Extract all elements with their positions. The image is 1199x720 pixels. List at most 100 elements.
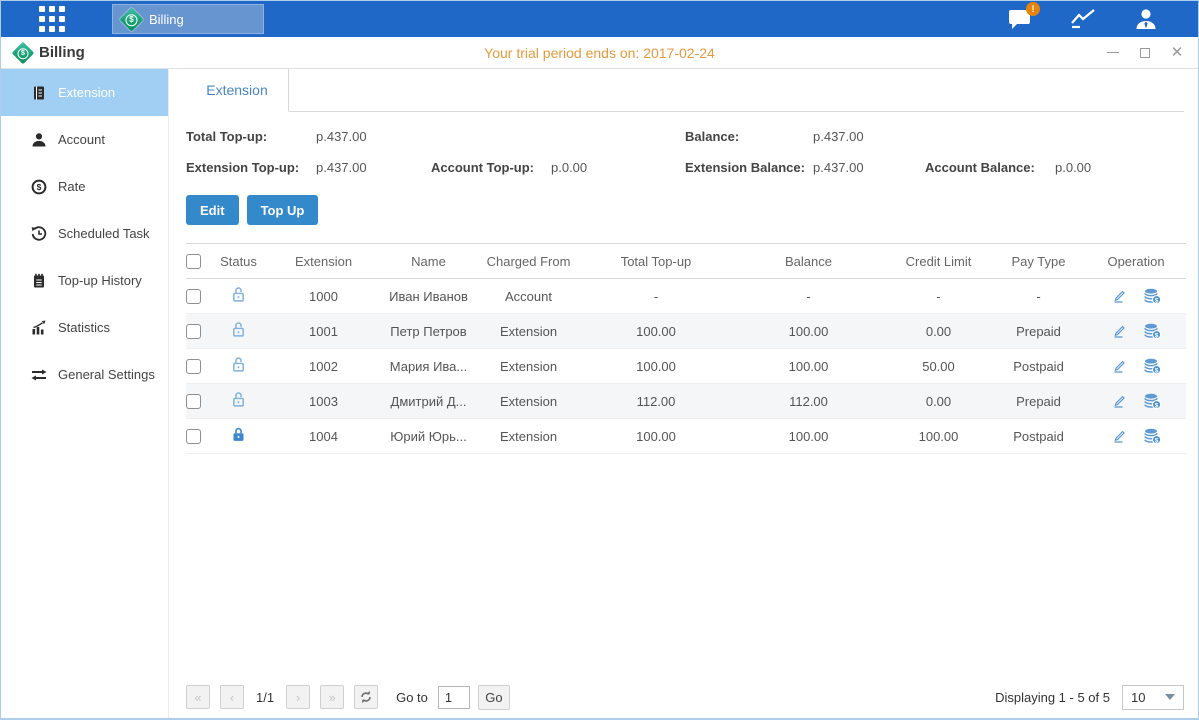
edit-row-icon[interactable] xyxy=(1111,393,1127,409)
close-icon[interactable]: ✕ xyxy=(1170,46,1184,60)
edit-row-icon[interactable] xyxy=(1111,288,1127,304)
sidebar-item-label: Account xyxy=(58,132,105,147)
column-header-extension: Extension xyxy=(266,244,381,279)
extension-topup-value: p.437.00 xyxy=(316,160,431,175)
messages-icon[interactable]: ! xyxy=(1008,8,1032,30)
svg-text:$: $ xyxy=(1155,333,1159,340)
app-launcher-icon[interactable] xyxy=(39,6,65,32)
charged-from-cell: Extension xyxy=(476,314,581,349)
top-up-row-icon[interactable]: $ xyxy=(1143,323,1161,339)
edit-row-icon[interactable] xyxy=(1111,358,1127,374)
tab-extension[interactable]: Extension xyxy=(186,69,289,112)
svg-text:$: $ xyxy=(1155,438,1159,445)
lock-open-icon xyxy=(230,286,247,303)
top-up-row-icon[interactable]: $ xyxy=(1143,428,1161,444)
pay-type-cell: Prepaid xyxy=(991,384,1086,419)
sidebar: Extension Account $ Rate xyxy=(1,69,169,718)
sidebar-item-scheduled-task[interactable]: Scheduled Task xyxy=(1,210,168,257)
sidebar-item-label: Extension xyxy=(58,85,115,100)
extension-topup-label: Extension Top-up: xyxy=(186,160,316,175)
edit-row-icon[interactable] xyxy=(1111,323,1127,339)
tab-strip: Extension xyxy=(186,69,1184,112)
first-page-button[interactable]: « xyxy=(186,685,210,709)
balance-value: p.437.00 xyxy=(813,129,925,144)
minimize-icon[interactable] xyxy=(1106,46,1120,60)
edit-button[interactable]: Edit xyxy=(186,195,239,225)
last-page-button[interactable]: » xyxy=(320,685,344,709)
extension-cell: 1004 xyxy=(266,419,381,454)
name-cell: Петр Петров xyxy=(381,314,476,349)
go-button[interactable]: Go xyxy=(478,685,510,710)
column-header-status: Status xyxy=(211,244,266,279)
billing-app-icon: $ xyxy=(12,41,35,64)
top-up-row-icon[interactable]: $ xyxy=(1143,358,1161,374)
column-header-balance: Balance xyxy=(731,244,886,279)
table-row[interactable]: 1004Юрий Юрь...Extension100.00100.00100.… xyxy=(186,419,1186,454)
balance-cell: 100.00 xyxy=(731,419,886,454)
extension-cell: 1000 xyxy=(266,279,381,314)
charged-from-cell: Extension xyxy=(476,419,581,454)
sidebar-item-account[interactable]: Account xyxy=(1,116,168,163)
trial-notice: Your trial period ends on: 2017-02-24 xyxy=(1,45,1198,61)
row-checkbox[interactable] xyxy=(186,324,201,339)
goto-label: Go to xyxy=(396,690,428,705)
edit-row-icon[interactable] xyxy=(1111,428,1127,444)
lock-open-icon xyxy=(230,391,247,408)
credit-limit-cell: 0.00 xyxy=(886,314,991,349)
row-checkbox[interactable] xyxy=(186,429,201,444)
top-up-button[interactable]: Top Up xyxy=(247,195,319,225)
svg-text:$: $ xyxy=(37,182,42,192)
total-topup-cell: 100.00 xyxy=(581,419,731,454)
sidebar-item-topup-history[interactable]: Top-up History xyxy=(1,257,168,304)
sidebar-item-label: Scheduled Task xyxy=(58,226,150,241)
account-balance-label: Account Balance: xyxy=(925,160,1055,175)
top-bar: $ Billing ! xyxy=(1,1,1198,37)
name-cell: Дмитрий Д... xyxy=(381,384,476,419)
sidebar-item-rate[interactable]: $ Rate xyxy=(1,163,168,210)
stats-icon xyxy=(31,320,47,336)
column-header-total-topup: Total Top-up xyxy=(581,244,731,279)
charged-from-cell: Extension xyxy=(476,349,581,384)
refresh-icon xyxy=(359,690,373,704)
svg-text:$: $ xyxy=(1155,403,1159,410)
account-topup-label: Account Top-up: xyxy=(431,160,551,175)
goto-page-input[interactable] xyxy=(438,686,470,709)
prev-page-button[interactable]: ‹ xyxy=(220,685,244,709)
select-all-checkbox[interactable] xyxy=(186,254,201,269)
maximize-icon[interactable] xyxy=(1138,46,1152,60)
table-row[interactable]: 1002Мария Ива...Extension100.00100.0050.… xyxy=(186,349,1186,384)
sidebar-item-general-settings[interactable]: General Settings xyxy=(1,351,168,398)
table-row[interactable]: 1000Иван ИвановAccount----$ xyxy=(186,279,1186,314)
sidebar-item-statistics[interactable]: Statistics xyxy=(1,304,168,351)
sidebar-item-label: Rate xyxy=(58,179,85,194)
sidebar-item-label: Top-up History xyxy=(58,273,142,288)
ledger-icon xyxy=(31,85,47,101)
table-row[interactable]: 1003Дмитрий Д...Extension112.00112.000.0… xyxy=(186,384,1186,419)
refresh-button[interactable] xyxy=(354,685,378,709)
status-cell xyxy=(211,314,266,349)
column-header-charged-from: Charged From xyxy=(476,244,581,279)
table-body: 1000Иван ИвановAccount----$1001Петр Петр… xyxy=(186,279,1186,454)
row-checkbox[interactable] xyxy=(186,289,201,304)
page-size-select[interactable]: 10 xyxy=(1122,685,1184,710)
account-topup-value: p.0.00 xyxy=(551,160,685,175)
reports-icon[interactable] xyxy=(1070,8,1096,30)
row-checkbox[interactable] xyxy=(186,394,201,409)
next-page-button[interactable]: › xyxy=(286,685,310,709)
user-icon[interactable] xyxy=(1134,8,1158,30)
top-up-row-icon[interactable]: $ xyxy=(1143,288,1161,304)
pay-type-cell: - xyxy=(991,279,1086,314)
page-size-value: 10 xyxy=(1131,690,1145,705)
tab-label: Extension xyxy=(206,82,267,98)
pay-type-cell: Postpaid xyxy=(991,419,1086,454)
balance-cell: 100.00 xyxy=(731,314,886,349)
topbar-tab-billing[interactable]: $ Billing xyxy=(112,4,264,34)
row-checkbox[interactable] xyxy=(186,359,201,374)
total-topup-cell: 100.00 xyxy=(581,349,731,384)
sidebar-item-extension[interactable]: Extension xyxy=(1,69,168,116)
pay-type-cell: Postpaid xyxy=(991,349,1086,384)
pay-type-cell: Prepaid xyxy=(991,314,1086,349)
table-row[interactable]: 1001Петр ПетровExtension100.00100.000.00… xyxy=(186,314,1186,349)
top-up-row-icon[interactable]: $ xyxy=(1143,393,1161,409)
name-cell: Иван Иванов xyxy=(381,279,476,314)
